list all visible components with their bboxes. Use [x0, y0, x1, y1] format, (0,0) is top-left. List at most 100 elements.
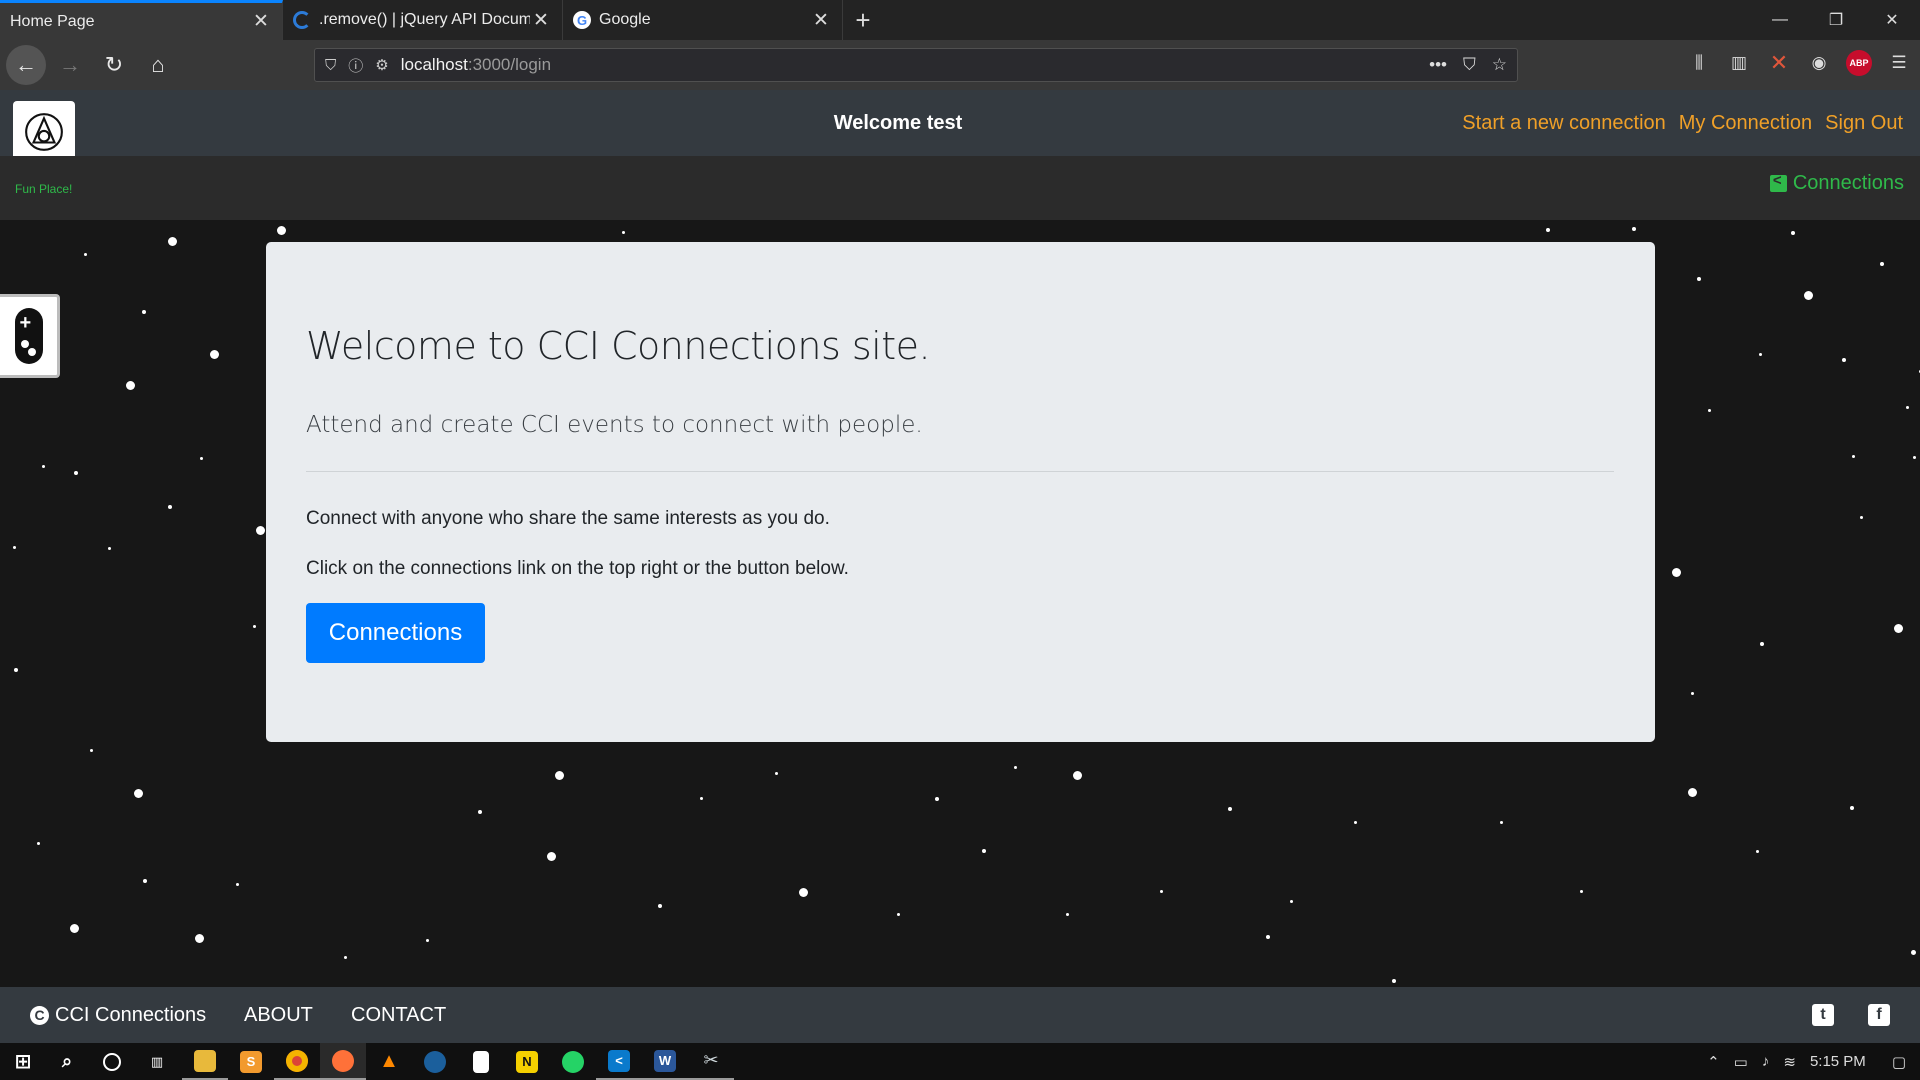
my-connection-link[interactable]: My Connection [1679, 112, 1812, 135]
star [37, 842, 40, 845]
site-subheader: Fun Place! Connections [0, 156, 1920, 220]
account-icon[interactable]: ◉ [1806, 50, 1832, 76]
star [1906, 406, 1909, 409]
footer-contact-link[interactable]: CONTACT [351, 1004, 446, 1027]
search-icon[interactable]: ⌕ [44, 1043, 90, 1080]
tab-home-page[interactable]: Home Page ✕ [0, 0, 283, 40]
star [210, 350, 219, 359]
star [1392, 979, 1396, 983]
star [1688, 788, 1697, 797]
firefox-icon[interactable] [320, 1043, 366, 1080]
whatsapp-icon[interactable] [550, 1043, 596, 1080]
star [13, 546, 16, 549]
star [799, 888, 808, 897]
bookmark-star-icon[interactable]: ☆ [1492, 55, 1507, 75]
copyright-icon: C [30, 1005, 49, 1025]
star [1852, 455, 1855, 458]
star [168, 237, 177, 246]
word-icon[interactable]: W [642, 1043, 688, 1080]
system-tray: ⌃ ▭ ♪ ≋ 5:15 PM ▢ [1707, 1043, 1920, 1080]
close-window-icon[interactable]: ✕ [1864, 0, 1920, 40]
star [1546, 228, 1550, 232]
new-tab-button[interactable]: + [843, 0, 883, 40]
chrome-icon[interactable] [274, 1043, 320, 1080]
sublime-text-icon[interactable]: S [228, 1043, 274, 1080]
star [1850, 806, 1854, 810]
minimize-icon[interactable]: — [1752, 0, 1808, 40]
back-button[interactable]: ← [6, 45, 46, 85]
notepad-icon[interactable] [458, 1043, 504, 1080]
side-game-widget[interactable]: + [0, 294, 60, 378]
file-explorer-icon[interactable] [182, 1043, 228, 1080]
footer-brand-label: CCI Connections [55, 1003, 207, 1026]
star [256, 526, 265, 535]
windows-start-icon[interactable]: ⊞ [0, 1043, 46, 1080]
battery-icon[interactable]: ▭ [1734, 1053, 1748, 1071]
forward-button[interactable]: → [50, 45, 90, 85]
steam-icon[interactable] [412, 1043, 458, 1080]
adblock-plus-icon[interactable]: ABP [1846, 50, 1872, 76]
star [426, 939, 429, 942]
tab-jquery-docs[interactable]: .remove() | jQuery API Docume ✕ [283, 0, 563, 40]
gamepad-icon: + [14, 308, 43, 364]
tab-title: Google [599, 11, 651, 28]
site-tagline: Fun Place! [15, 182, 73, 196]
start-new-connection-link[interactable]: Start a new connection [1462, 112, 1665, 135]
url-host: localhost [400, 55, 468, 74]
page-actions-icon[interactable]: ••• [1429, 55, 1447, 75]
wifi-icon[interactable]: ≋ [1783, 1053, 1796, 1071]
facebook-icon[interactable]: f [1868, 1004, 1890, 1026]
connections-link[interactable]: Connections [1769, 172, 1904, 195]
star [1672, 568, 1681, 577]
vlc-icon[interactable]: ▲ [366, 1043, 412, 1080]
star [1842, 358, 1846, 362]
sidebar-icon[interactable]: ▥ [1726, 50, 1752, 76]
extension-x-icon[interactable]: ✕ [1766, 50, 1792, 76]
footer-brand[interactable]: C CCI Connections [30, 1004, 206, 1027]
snipping-tool-icon[interactable]: ✂ [688, 1043, 734, 1080]
star [126, 381, 135, 390]
star [253, 625, 256, 628]
shield-icon[interactable]: ⛉ [325, 57, 336, 74]
footer-about-link[interactable]: ABOUT [244, 1004, 313, 1027]
connections-button[interactable]: Connections [306, 603, 485, 663]
close-icon[interactable]: ✕ [810, 9, 832, 32]
close-icon[interactable]: ✕ [250, 10, 272, 33]
vscode-icon[interactable]: < [596, 1043, 642, 1080]
tray-chevron-icon[interactable]: ⌃ [1707, 1053, 1720, 1071]
cortana-icon[interactable] [89, 1043, 135, 1080]
star [700, 797, 703, 800]
header-nav: Start a new connection My Connection Sig… [1462, 112, 1903, 135]
divider [306, 471, 1614, 472]
pocket-icon[interactable]: ⛉ [1463, 55, 1476, 75]
system-clock[interactable]: 5:15 PM [1810, 1053, 1866, 1070]
star [1073, 771, 1082, 780]
task-view-icon[interactable]: ▥ [134, 1043, 180, 1080]
notifications-icon[interactable]: ▢ [1892, 1053, 1906, 1071]
info-icon[interactable]: ⓘ [348, 55, 363, 76]
browser-toolbar: ⫼ ▥ ✕ ◉ ABP ☰ [1686, 50, 1912, 76]
star [108, 547, 111, 550]
permissions-icon[interactable]: ⚙ [375, 56, 388, 74]
star [1894, 624, 1903, 633]
home-button[interactable]: ⌂ [138, 45, 178, 85]
restore-icon[interactable]: ❐ [1808, 0, 1864, 40]
close-icon[interactable]: ✕ [530, 9, 552, 32]
star [547, 852, 556, 861]
twitter-icon[interactable]: t [1812, 1004, 1834, 1026]
star [42, 465, 45, 468]
star [195, 934, 204, 943]
url-bar[interactable]: ⛉ ⓘ ⚙ localhost:3000/login ••• ⛉ ☆ [314, 48, 1518, 82]
norton-icon[interactable]: N [504, 1043, 550, 1080]
sign-out-link[interactable]: Sign Out [1825, 112, 1903, 135]
tab-google[interactable]: G Google ✕ [563, 0, 843, 40]
volume-icon[interactable]: ♪ [1762, 1053, 1770, 1070]
library-icon[interactable]: ⫼ [1686, 50, 1712, 76]
star [1880, 262, 1884, 266]
star [622, 231, 625, 234]
star [1500, 821, 1503, 824]
menu-icon[interactable]: ☰ [1886, 50, 1912, 76]
reload-button[interactable]: ↻ [94, 45, 134, 85]
star [982, 849, 986, 853]
windows-taskbar: ⊞ ⌕ ▥ S ▲ N < W ✂ ⌃ ▭ ♪ ≋ 5:15 PM ▢ [0, 1043, 1920, 1080]
